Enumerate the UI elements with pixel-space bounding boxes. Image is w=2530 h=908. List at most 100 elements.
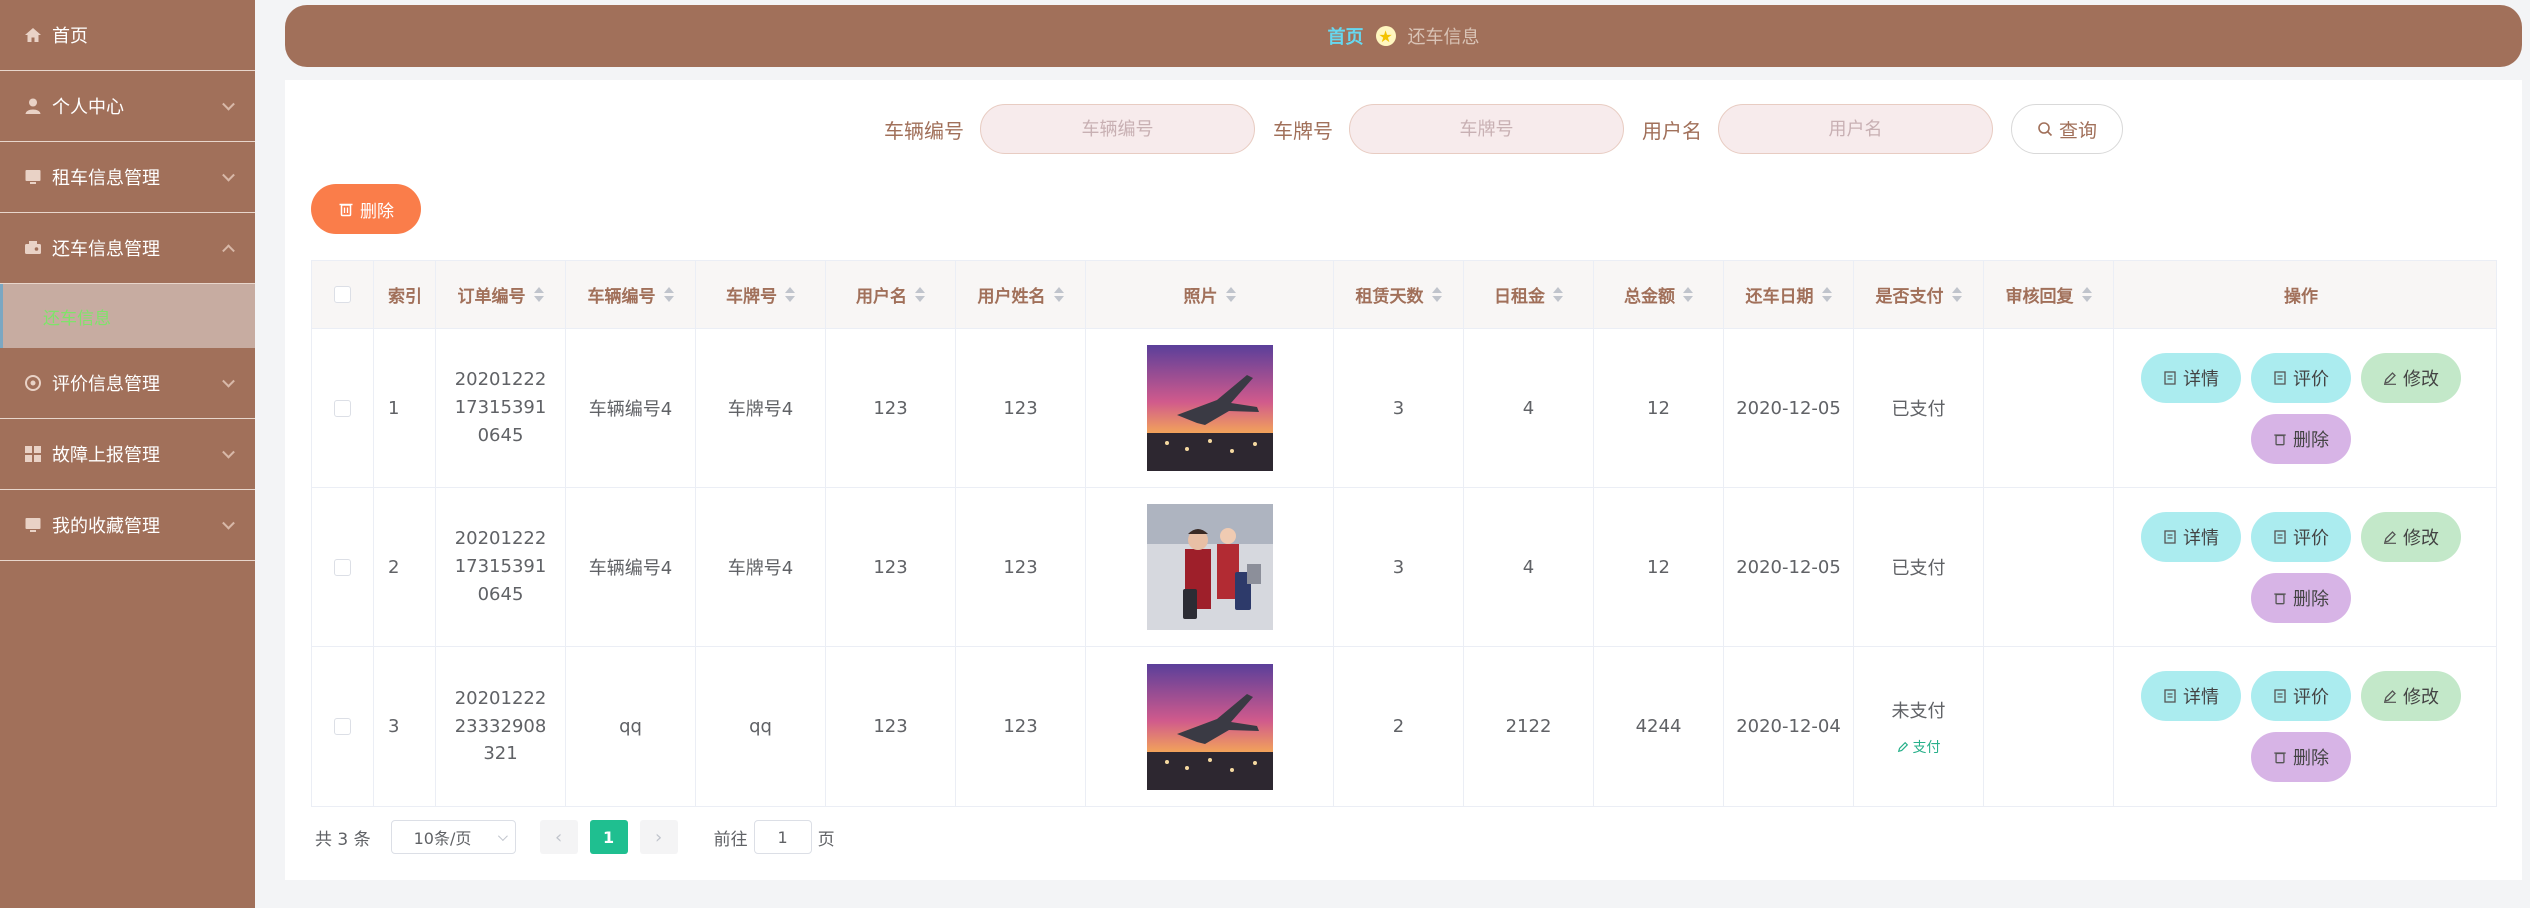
sort-icon[interactable]: [1553, 287, 1563, 302]
cell-order: 20201222173153910645: [436, 488, 566, 646]
table-row: 2 20201222173153910645 车辆编号4 车牌号4 123 12…: [312, 488, 2496, 647]
sort-icon[interactable]: [1225, 287, 1236, 302]
edit-button[interactable]: 修改: [2361, 352, 2461, 403]
sidebar-item-home[interactable]: 首页: [0, 0, 255, 71]
row-checkbox[interactable]: [334, 718, 351, 735]
header-ops: 操作: [2284, 287, 2318, 307]
batch-delete-button[interactable]: 删除: [311, 184, 421, 234]
plate-number-input[interactable]: [1349, 104, 1624, 154]
cell-total: 12: [1594, 329, 1724, 487]
rate-button[interactable]: 评价: [2251, 511, 2351, 562]
cell-reply: [1984, 329, 2114, 487]
edit-icon: [1897, 741, 1908, 752]
goto-suffix: 页: [817, 829, 835, 850]
header-paid[interactable]: 是否支付: [1854, 261, 1984, 328]
document-icon: [2274, 370, 2286, 385]
sort-icon[interactable]: [533, 287, 544, 302]
header-user[interactable]: 用户名: [826, 261, 956, 328]
sort-icon[interactable]: [1431, 287, 1442, 302]
sort-icon[interactable]: [663, 287, 674, 302]
search-icon: [2038, 122, 2053, 137]
header-plate[interactable]: 车牌号: [696, 261, 826, 328]
prev-page-button[interactable]: ‹: [539, 820, 578, 854]
detail-button[interactable]: 详情: [2141, 511, 2241, 562]
detail-button[interactable]: 详情: [2141, 352, 2241, 403]
sort-icon[interactable]: [2081, 287, 2092, 302]
search-button[interactable]: 查询: [2011, 104, 2123, 154]
cell-index: 2: [374, 488, 436, 646]
header-return-date[interactable]: 还车日期: [1724, 261, 1854, 328]
page-number-active[interactable]: 1: [589, 820, 628, 854]
delete-button[interactable]: 删除: [2251, 732, 2351, 782]
header-days[interactable]: 租赁天数: [1334, 261, 1464, 328]
pay-link[interactable]: 支付: [1897, 737, 1941, 757]
select-all-checkbox[interactable]: [334, 286, 351, 303]
goto-page-input[interactable]: 1: [753, 820, 812, 854]
delete-button[interactable]: 删除: [2251, 413, 2351, 464]
vehicle-number-label: 车辆编号: [884, 118, 964, 143]
sidebar-item-fault[interactable]: 故障上报管理: [0, 419, 255, 490]
header-daily-rent[interactable]: 日租金: [1464, 261, 1594, 328]
sidebar-subitem-return-info[interactable]: 还车信息: [0, 284, 255, 348]
cell-user: 123: [826, 329, 956, 487]
cell-reply: [1984, 488, 2114, 646]
edit-button[interactable]: 修改: [2361, 671, 2461, 721]
sort-icon[interactable]: [1053, 287, 1064, 302]
sort-icon[interactable]: [1951, 287, 1962, 302]
monitor-icon: [24, 168, 42, 186]
breadcrumb-home-link[interactable]: 首页: [1328, 23, 1364, 49]
header-vehicle[interactable]: 车辆编号: [566, 261, 696, 328]
sidebar-item-review[interactable]: 评价信息管理: [0, 348, 255, 419]
cell-plate: qq: [696, 647, 826, 806]
settings-icon: [24, 374, 42, 392]
cell-index: 3: [374, 647, 436, 806]
page-size-select[interactable]: 10条/页: [390, 820, 516, 854]
sidebar-item-rental[interactable]: 租车信息管理: [0, 142, 255, 213]
row-checkbox[interactable]: [334, 399, 351, 417]
detail-button[interactable]: 详情: [2141, 671, 2241, 721]
delete-button[interactable]: 删除: [2251, 572, 2351, 623]
trash-icon: [2274, 592, 2286, 604]
sidebar-item-profile[interactable]: 个人中心: [0, 71, 255, 142]
search-button-label: 查询: [2058, 119, 2097, 142]
username-input[interactable]: [1718, 104, 1993, 154]
breadcrumb-current: 还车信息: [1407, 27, 1480, 48]
header-total[interactable]: 总金额: [1594, 261, 1724, 328]
stewardess-photo[interactable]: [1146, 504, 1273, 630]
username-label: 用户名: [1642, 118, 1702, 143]
paid-status: 已支付: [1891, 399, 1946, 420]
row-checkbox[interactable]: [334, 558, 351, 576]
document-icon: [2164, 529, 2176, 544]
header-user-name[interactable]: 用户姓名: [956, 261, 1086, 328]
trash-icon: [339, 203, 353, 217]
document-icon: [2164, 689, 2176, 703]
header-photo[interactable]: 照片: [1086, 261, 1334, 328]
cell-reply: [1984, 647, 2114, 806]
grid-icon: [24, 445, 42, 463]
vehicle-number-input[interactable]: [980, 104, 1255, 154]
cell-vehicle: qq: [566, 647, 696, 806]
next-page-button[interactable]: ›: [639, 820, 678, 854]
airplane-photo[interactable]: [1146, 345, 1273, 471]
home-icon: [24, 26, 42, 44]
sort-icon[interactable]: [915, 287, 925, 302]
airplane-photo[interactable]: [1146, 663, 1273, 790]
sort-icon[interactable]: [1821, 287, 1832, 302]
sort-icon[interactable]: [785, 287, 795, 302]
pagination: 共 3 条 10条/页 ‹ 1 › 前往 1 页: [315, 820, 835, 854]
header-reply[interactable]: 审核回复: [1984, 261, 2114, 328]
rate-button[interactable]: 评价: [2251, 352, 2351, 403]
sort-icon[interactable]: [1683, 287, 1693, 302]
rate-button[interactable]: 评价: [2251, 671, 2351, 721]
document-icon: [2274, 529, 2286, 544]
chevron-down-icon: [497, 830, 508, 841]
chevron-down-icon: [222, 445, 235, 459]
edit-icon: [2384, 690, 2396, 703]
document-icon: [2274, 689, 2286, 703]
sidebar-item-return[interactable]: 还车信息管理: [0, 213, 255, 284]
header-order[interactable]: 订单编号: [436, 261, 566, 328]
total-count: 共 3 条: [315, 829, 371, 850]
edit-button[interactable]: 修改: [2361, 511, 2461, 562]
sidebar-item-favorites[interactable]: 我的收藏管理: [0, 490, 255, 561]
cell-days: 3: [1334, 329, 1464, 487]
